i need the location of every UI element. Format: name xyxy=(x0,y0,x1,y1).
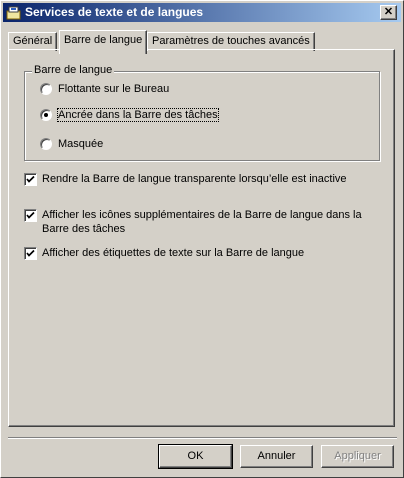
text-services-icon xyxy=(6,6,21,20)
checkbox-label: Afficher des étiquettes de texte sur la … xyxy=(42,247,305,259)
window-title: Services de texte et de langues xyxy=(25,5,204,19)
tab-label: Paramètres de touches avancés xyxy=(152,35,310,47)
groupbox-title: Barre de langue xyxy=(32,64,115,76)
title-bar[interactable]: Services de texte et de langues ✕ xyxy=(3,3,401,22)
ok-button[interactable]: OK xyxy=(158,444,233,469)
checkmark-icon xyxy=(26,211,35,219)
checkbox-box[interactable] xyxy=(24,209,37,222)
checkmark-icon xyxy=(26,175,35,183)
checkbox-label-line1: Afficher les icônes supplémentaires de l… xyxy=(42,209,362,221)
checkbox-box[interactable] xyxy=(24,173,37,186)
tab-label: Barre de langue xyxy=(64,34,143,46)
dialog-window: Services de texte et de langues ✕ Généra… xyxy=(0,0,404,478)
tab-label: Général xyxy=(13,35,53,47)
radio-label: Ancrée dans la Barre des tâches xyxy=(57,108,219,122)
apply-button[interactable]: Appliquer xyxy=(321,445,394,468)
radio-circle[interactable] xyxy=(40,138,52,150)
checkbox-label-line2: Barre des tâches xyxy=(42,223,126,235)
checkmark-icon xyxy=(26,249,35,257)
footer-separator xyxy=(8,437,397,439)
radio-selected-dot xyxy=(44,113,48,117)
close-icon: ✕ xyxy=(383,6,394,18)
radio-label: Flottante sur le Bureau xyxy=(58,83,170,95)
radio-circle[interactable] xyxy=(40,109,52,121)
cancel-button[interactable]: Annuler xyxy=(240,445,313,468)
tab-language-bar[interactable]: Barre de langue xyxy=(59,30,148,54)
radio-circle[interactable] xyxy=(40,83,52,95)
checkbox-label: Rendre la Barre de langue transparente l… xyxy=(42,173,347,185)
tab-panel xyxy=(8,49,395,427)
radio-label: Masquée xyxy=(58,138,104,150)
checkbox-box[interactable] xyxy=(24,247,37,260)
close-button[interactable]: ✕ xyxy=(380,5,397,20)
